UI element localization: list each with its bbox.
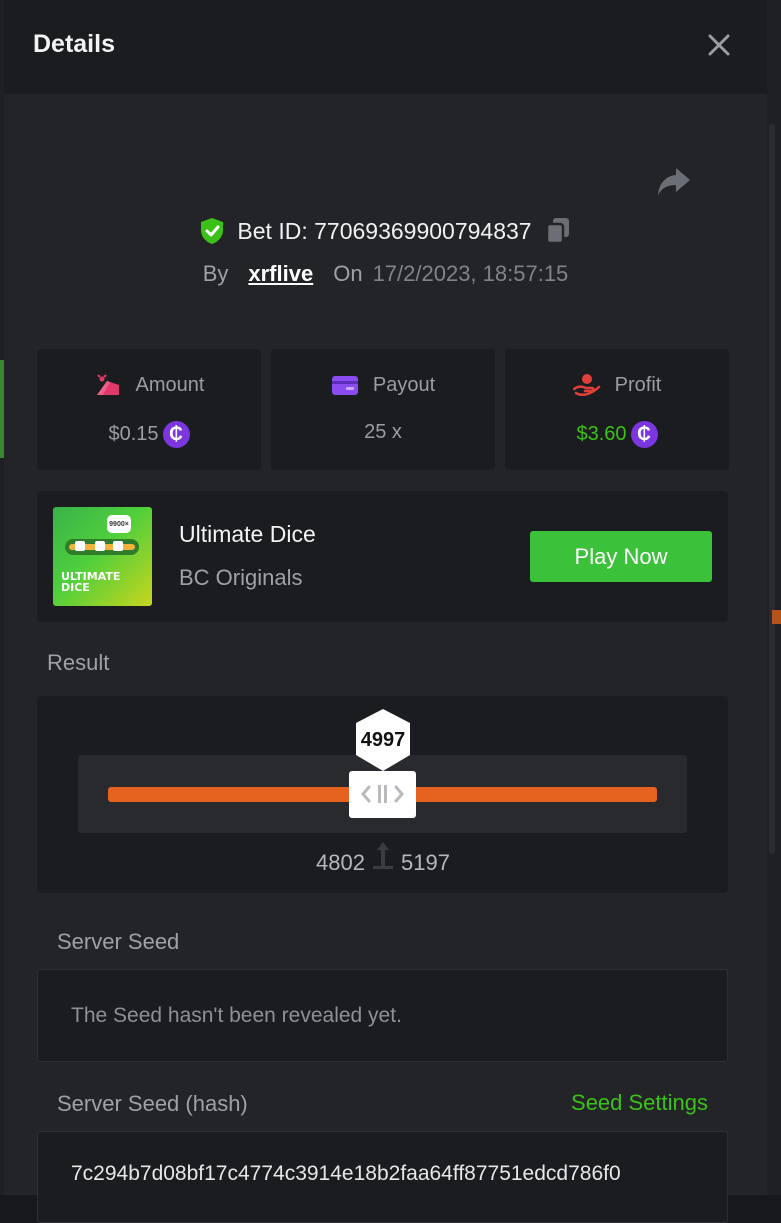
amount-card: Amount $0.15 ₵ <box>37 349 261 470</box>
slider-handle[interactable] <box>349 771 416 818</box>
game-card: 9900× ULTIMATE DICE Ultimate Dice BC Ori… <box>37 491 728 622</box>
result-card: 4997 4802 5197 <box>37 696 728 893</box>
bet-id-row: Bet ID: 77069369900794837 <box>4 214 767 248</box>
user-link[interactable]: xrflive <box>248 261 313 287</box>
copy-icon <box>545 218 569 245</box>
bet-id: Bet ID: 77069369900794837 <box>237 217 532 244</box>
payout-label: Payout <box>372 373 436 396</box>
result-marker: 4997 <box>352 708 414 772</box>
coin-icon: ₵ <box>162 421 190 448</box>
shield-check-icon <box>199 217 225 245</box>
payout-card: Payout 25 x <box>271 349 495 470</box>
server-seed-hash-label: Server Seed (hash) <box>57 1091 248 1116</box>
coin-icon: ₵ <box>630 421 658 448</box>
bet-datetime: 17/2/2023, 18:57:15 <box>372 261 569 286</box>
server-seed-label: Server Seed <box>57 929 180 954</box>
amount-value: $0.15 <box>108 423 159 445</box>
on-label: On <box>333 261 363 286</box>
scrollbar[interactable] <box>769 124 775 854</box>
server-seed-hash-box: 7c294b7d08bf17c4774c3914e18b2faa64ff8775… <box>37 1131 728 1223</box>
modal-header: Details <box>4 0 767 94</box>
profit-value: $3.60 <box>576 423 627 445</box>
profit-card: Profit $3.60 ₵ <box>505 349 729 470</box>
copy-button[interactable] <box>544 216 572 246</box>
range-row: 4802 5197 <box>37 842 728 880</box>
thumb-badge: 9900× <box>107 515 131 533</box>
details-modal: Details Bet ID: 77069369900794837 By xrf… <box>4 0 767 1223</box>
play-now-button[interactable]: Play Now <box>530 531 712 582</box>
server-seed-hash-value[interactable]: 7c294b7d08bf17c4774c3914e18b2faa64ff8775… <box>71 1162 691 1186</box>
profit-icon <box>572 374 600 397</box>
range-low: 4802 <box>316 850 365 875</box>
seed-settings-link[interactable]: Seed Settings <box>571 1090 708 1116</box>
slider-grip-icon <box>361 785 404 803</box>
range-high: 5197 <box>401 850 450 875</box>
result-label: Result <box>47 650 110 675</box>
close-button[interactable] <box>704 30 734 60</box>
game-provider: BC Originals <box>179 565 303 590</box>
amount-icon <box>96 374 119 395</box>
profit-label: Profit <box>614 373 662 396</box>
payout-icon <box>331 376 358 395</box>
payout-value: 25 x <box>364 421 402 443</box>
background-chip <box>772 610 781 624</box>
thumb-brand-text: ULTIMATE DICE <box>61 570 121 594</box>
bet-meta-row: By xrflive On 17/2/2023, 18:57:15 <box>4 258 767 290</box>
game-name: Ultimate Dice <box>179 521 316 547</box>
modal-title: Details <box>33 30 115 58</box>
arrow-up-icon <box>373 842 393 869</box>
by-label: By <box>202 261 229 286</box>
share-button[interactable] <box>656 165 692 197</box>
server-seed-box: The Seed hasn't been revealed yet. <box>37 969 728 1062</box>
close-icon <box>708 34 730 56</box>
share-icon <box>658 168 690 195</box>
result-value: 4997 <box>360 729 406 751</box>
background-page-right <box>767 0 781 1195</box>
amount-label: Amount <box>135 373 205 396</box>
game-thumbnail[interactable]: 9900× ULTIMATE DICE <box>53 507 152 606</box>
server-seed-text: The Seed hasn't been revealed yet. <box>71 1004 402 1027</box>
